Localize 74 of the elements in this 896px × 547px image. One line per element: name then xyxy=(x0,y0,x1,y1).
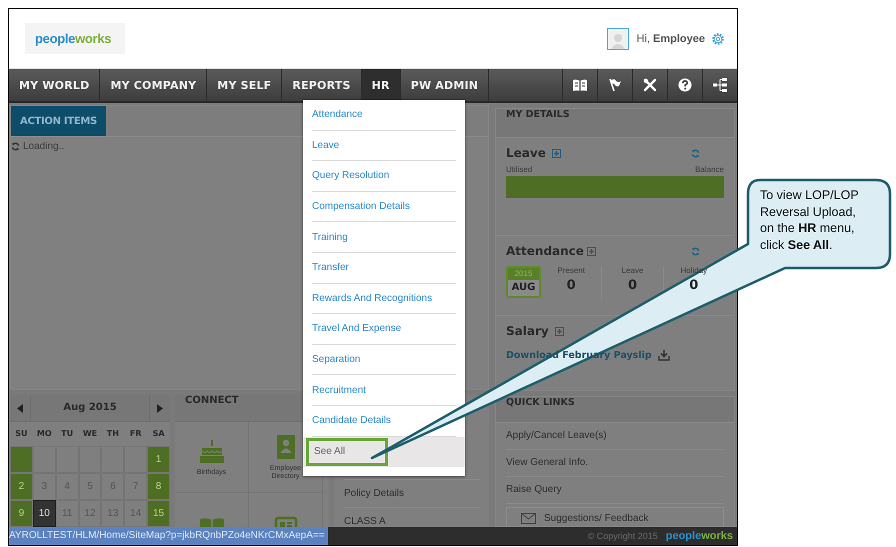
expand-icon[interactable] xyxy=(586,246,596,256)
copyright-text: © Copyright 2015 xyxy=(588,531,658,541)
weekday-label: SA xyxy=(152,428,166,440)
calendar-day[interactable]: 10 xyxy=(32,500,56,527)
calendar-day[interactable]: 9 xyxy=(10,500,33,527)
menu-item[interactable]: See All xyxy=(306,438,388,466)
stat-label: Leave xyxy=(620,266,644,275)
nav-tab[interactable]: MY SELF xyxy=(207,69,282,101)
calendar-cell xyxy=(124,446,148,473)
stat-value: 0 xyxy=(566,278,577,293)
book-icon[interactable] xyxy=(572,78,588,92)
calendar-day[interactable]: 2 xyxy=(10,473,33,500)
menu-item[interactable]: Attendance xyxy=(312,100,456,131)
loading-text: Loading.. xyxy=(23,141,64,152)
action-items-tab[interactable]: ACTION ITEMS xyxy=(11,106,106,136)
menu-item[interactable]: Leave xyxy=(312,130,456,162)
callout-text: To view LOP/LOP Reversal Upload, on the HR menu, click See All. xyxy=(760,187,860,253)
calendar-day[interactable]: 15 xyxy=(147,500,170,527)
status-url: AYROLLTEST/HLM/Home/SiteMap?p=jkbRQnbPZo4eNKrCMxAepA== xyxy=(9,527,328,545)
stat-value: 0 xyxy=(688,278,700,293)
nav-tab[interactable]: MY WORLD xyxy=(9,69,100,101)
previous-month-icon[interactable] xyxy=(17,404,23,412)
section-title: Salary xyxy=(506,324,549,338)
quick-link[interactable]: Raise Query xyxy=(506,477,724,504)
calendar-month: Aug 2015 xyxy=(30,395,150,421)
footer-logo: peopleworks xyxy=(666,530,733,542)
calendar-day[interactable]: 8 xyxy=(147,473,170,500)
weekday-label: SU xyxy=(14,428,29,440)
refresh-icon[interactable] xyxy=(11,142,20,151)
next-month-icon[interactable] xyxy=(157,404,163,412)
menu-item[interactable]: Compensation Details xyxy=(312,192,456,222)
menu-item[interactable]: Travel And Expense xyxy=(312,314,456,345)
weekday-label: FR xyxy=(128,428,143,440)
menu-item[interactable]: Rewards And Recognitions xyxy=(312,284,456,314)
panel-header: MY DETAILS xyxy=(496,109,734,138)
menu-item[interactable]: Recruitment xyxy=(312,375,456,406)
tools-icon[interactable] xyxy=(643,78,657,92)
menu-item[interactable]: Query Resolution xyxy=(312,161,456,192)
sitemap-icon[interactable] xyxy=(713,78,727,92)
quick-link[interactable]: Apply/Cancel Leave(s) xyxy=(506,423,724,450)
weekday-label: TH xyxy=(106,428,120,440)
refresh-icon[interactable] xyxy=(691,246,700,256)
envelope-icon xyxy=(521,512,536,524)
nav-tab[interactable]: MY COMPANY xyxy=(100,69,208,101)
stat-label: Present xyxy=(556,266,586,275)
flag-icon[interactable] xyxy=(608,78,622,92)
contact-book-icon xyxy=(274,434,296,460)
panel-header: QUICK LINKS xyxy=(496,397,734,423)
bar-label: Balance xyxy=(695,165,724,174)
section-title: Attendance xyxy=(506,244,584,258)
download-icon[interactable] xyxy=(658,350,670,361)
menu-item[interactable]: Separation xyxy=(312,344,456,376)
section-title: Leave xyxy=(506,146,546,160)
bar-label: Utilised xyxy=(506,165,532,174)
logo-text: peopleworks xyxy=(35,31,112,46)
stat-value: 0 xyxy=(626,278,638,293)
help-icon[interactable] xyxy=(678,78,692,92)
nav-tab[interactable]: HR xyxy=(362,69,401,101)
menu-item[interactable]: Transfer xyxy=(312,252,456,284)
policy-link[interactable]: Policy Details xyxy=(344,479,481,507)
calendar-cell xyxy=(32,446,56,473)
settings-icon[interactable] xyxy=(711,32,725,46)
cake-icon xyxy=(198,438,224,464)
menu-item[interactable]: Training xyxy=(312,222,456,253)
weekday-label: WE xyxy=(82,428,98,440)
greeting: Hi, Employee xyxy=(636,32,705,44)
refresh-icon[interactable] xyxy=(691,148,700,158)
expand-icon[interactable] xyxy=(552,148,561,158)
weekday-label: TU xyxy=(60,428,74,440)
weekday-label: MO xyxy=(36,428,53,440)
quick-link[interactable]: View General Info. xyxy=(506,450,724,477)
calendar-day[interactable]: 1 xyxy=(147,446,170,473)
person-icon xyxy=(610,32,626,48)
expand-icon[interactable] xyxy=(554,326,564,336)
